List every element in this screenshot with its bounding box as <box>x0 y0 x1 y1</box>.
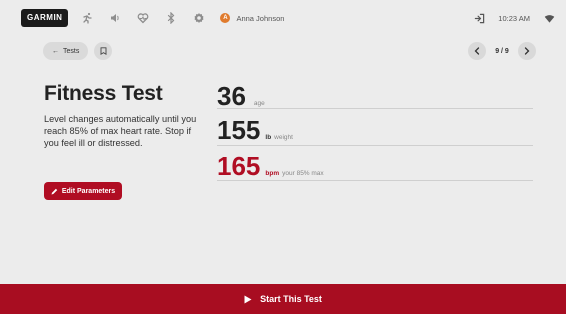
edit-parameters-label: Edit Parameters <box>61 187 116 195</box>
play-icon <box>244 295 252 303</box>
heart-icon[interactable] <box>134 9 152 27</box>
stat-value: 36 <box>217 81 246 111</box>
garmin-logo: GARMIN <box>21 9 69 27</box>
bluetooth-icon[interactable] <box>162 9 180 27</box>
wifi-icon <box>542 11 556 25</box>
stat-age: 36 age <box>217 83 533 109</box>
clock: 10:23 AM <box>498 13 530 23</box>
page-indicator: 9 / 9 <box>495 47 509 55</box>
stat-unit: bpm <box>265 170 280 177</box>
back-button[interactable]: ← Tests <box>43 42 89 60</box>
test-pager: 9 / 9 <box>468 42 536 60</box>
exit-icon[interactable] <box>472 11 486 25</box>
chevron-right-icon <box>524 47 530 55</box>
run-icon[interactable] <box>78 9 96 27</box>
start-test-button[interactable]: Start This Test <box>0 284 566 314</box>
edit-parameters-button[interactable]: Edit Parameters <box>44 182 122 200</box>
chevron-left-icon <box>474 47 480 55</box>
bookmark-button[interactable] <box>94 42 112 60</box>
test-description: Level changes automatically until you re… <box>44 114 197 149</box>
stat-weight: 155 lb weight <box>217 117 533 146</box>
stat-max-heart-rate: 165 bpm your 85% max <box>217 153 533 181</box>
pencil-icon <box>51 188 58 194</box>
page-title: Fitness Test <box>44 82 163 105</box>
stat-value: 155 <box>217 115 261 145</box>
stat-value: 165 <box>217 151 261 181</box>
stat-label: weight <box>274 134 293 141</box>
previous-button[interactable] <box>468 42 486 60</box>
user-name: Anna Johnson <box>236 13 285 23</box>
next-button[interactable] <box>518 42 536 60</box>
start-test-label: Start This Test <box>260 294 322 304</box>
status-bar: GARMIN A Anna Johnson 10:23 AM <box>0 0 566 36</box>
speaker-icon[interactable] <box>106 9 124 27</box>
avatar: A <box>220 13 231 23</box>
bookmark-icon <box>100 47 106 55</box>
back-label: Tests <box>63 47 80 55</box>
gear-icon[interactable] <box>190 9 208 27</box>
stat-label: age <box>253 100 265 107</box>
arrow-left-icon: ← <box>52 47 59 55</box>
stat-unit: lb <box>265 134 272 141</box>
stat-label: your 85% max <box>282 170 324 177</box>
user-profile[interactable]: A Anna Johnson <box>220 13 284 23</box>
